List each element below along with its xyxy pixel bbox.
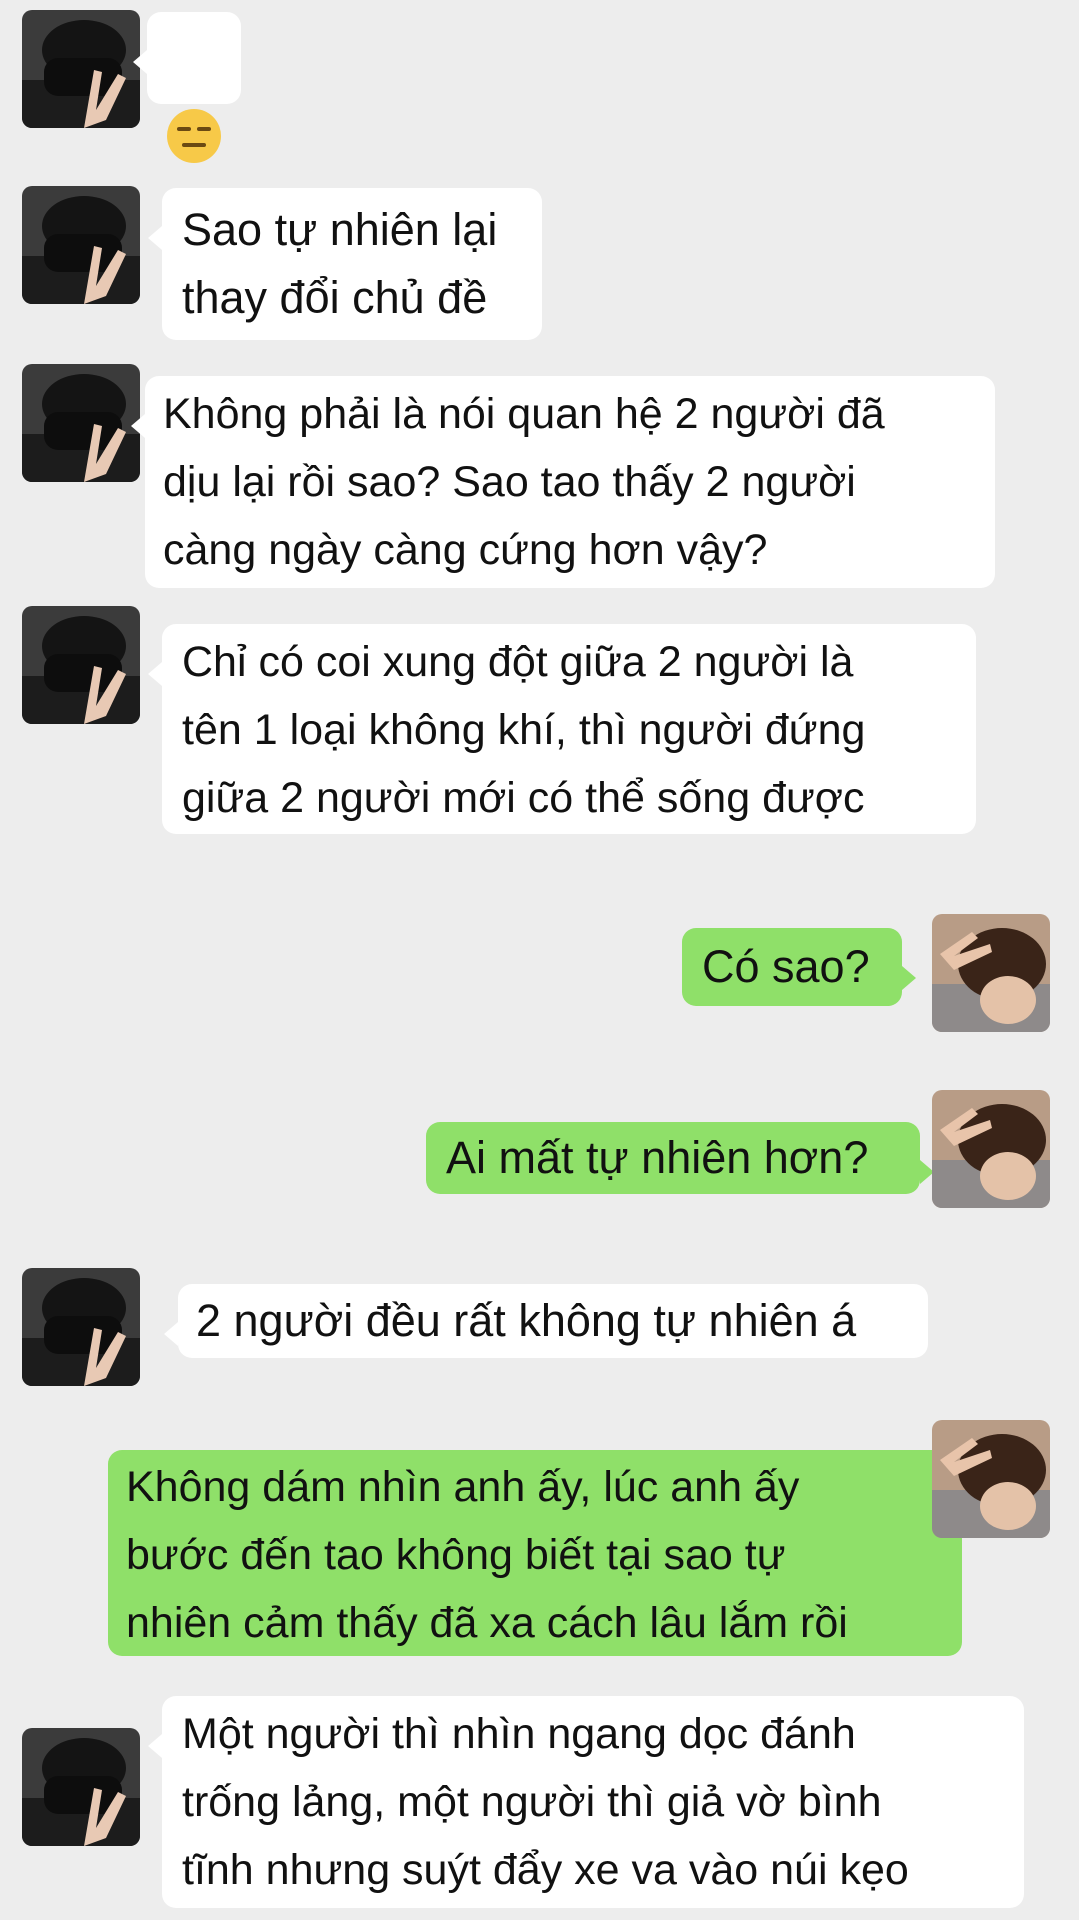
avatar[interactable] bbox=[22, 606, 140, 724]
avatar[interactable] bbox=[932, 1090, 1050, 1208]
avatar[interactable] bbox=[22, 1268, 140, 1386]
avatar[interactable] bbox=[22, 186, 140, 304]
message-bubble-outgoing[interactable]: Ai mất tự nhiên hơn? bbox=[426, 1122, 934, 1194]
message-bubble-incoming[interactable]: 2 người đều rất không tự nhiên á bbox=[164, 1284, 928, 1358]
peace-sign-person-avatar-icon bbox=[932, 914, 1050, 1032]
avatar[interactable] bbox=[932, 1420, 1050, 1538]
message-bubble-outgoing[interactable]: Không dám nhìn anh ấy, lúc anh ấy bước đ… bbox=[108, 1450, 976, 1656]
masked-person-avatar-icon bbox=[22, 1728, 140, 1846]
peace-sign-person-avatar-icon bbox=[932, 1090, 1050, 1208]
chat-thread: Sao tự nhiên lại thay đổi chủ đề Không p… bbox=[0, 0, 1079, 1920]
avatar[interactable] bbox=[22, 364, 140, 482]
message-bubble-incoming[interactable] bbox=[133, 12, 241, 164]
peace-sign-person-avatar-icon bbox=[932, 1420, 1050, 1538]
masked-person-avatar-icon bbox=[22, 606, 140, 724]
avatar[interactable] bbox=[932, 914, 1050, 1032]
message-bubble-incoming[interactable]: Một người thì nhìn ngang dọc đánh trống … bbox=[148, 1696, 1024, 1908]
masked-person-avatar-icon bbox=[22, 10, 140, 128]
masked-person-avatar-icon bbox=[22, 364, 140, 482]
avatar[interactable] bbox=[22, 1728, 140, 1846]
message-bubble-incoming[interactable]: Sao tự nhiên lại thay đổi chủ đề bbox=[148, 188, 542, 340]
masked-person-avatar-icon bbox=[22, 1268, 140, 1386]
message-bubble-incoming[interactable]: Chỉ có coi xung đột giữa 2 người là tên … bbox=[148, 624, 976, 834]
message-bubble-incoming[interactable]: Không phải là nói quan hệ 2 người đã dịu… bbox=[131, 376, 995, 588]
message-bubble-outgoing[interactable]: Có sao? bbox=[682, 928, 916, 1006]
expressionless-face-emoji-icon bbox=[167, 109, 221, 164]
masked-person-avatar-icon bbox=[22, 186, 140, 304]
avatar[interactable] bbox=[22, 10, 140, 128]
